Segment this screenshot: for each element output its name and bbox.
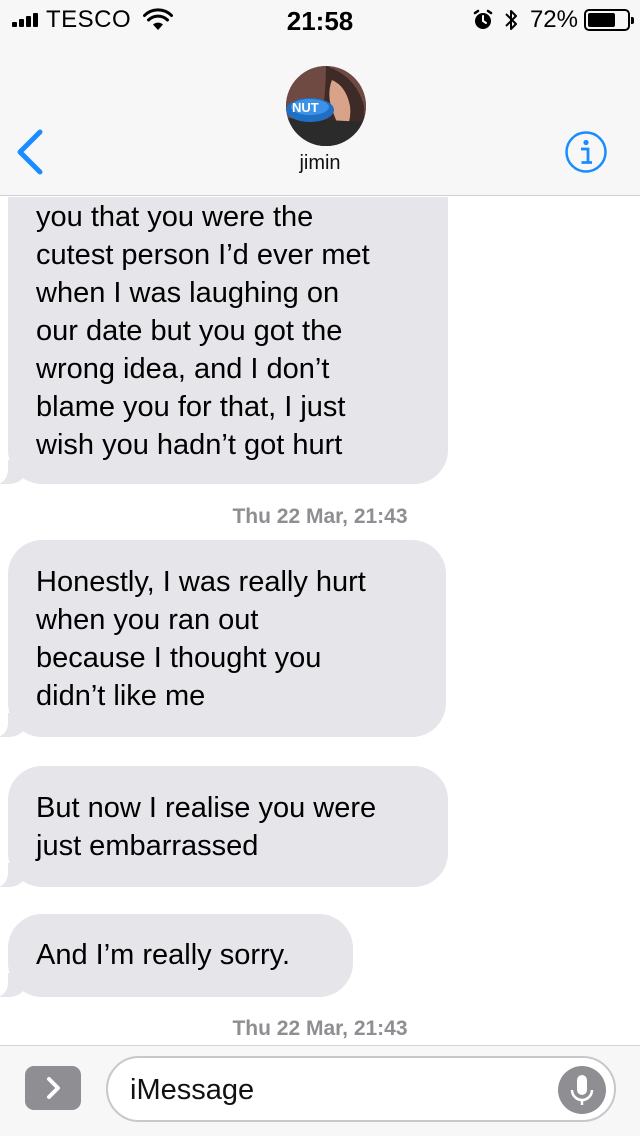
- info-icon[interactable]: [564, 130, 608, 174]
- alarm-icon: [473, 9, 493, 29]
- contact-avatar[interactable]: NUT: [286, 66, 366, 146]
- battery-fill: [588, 13, 616, 27]
- apps-button[interactable]: [25, 1066, 81, 1110]
- status-bar: TESCO 21:58 72%: [0, 0, 640, 40]
- avatar-label: NUT: [292, 100, 319, 115]
- conversation-header: NUT jimin: [0, 40, 640, 196]
- mic-button[interactable]: [558, 1066, 606, 1114]
- message-input[interactable]: iMessage: [106, 1056, 616, 1122]
- message-bubble[interactable]: you that you were the cutest person I’d …: [0, 197, 448, 484]
- message-bubble[interactable]: Honestly, I was really hurt when you ran…: [0, 540, 446, 737]
- timestamp: Thu 22 Mar, 21:43: [232, 1017, 408, 1040]
- timestamp: Thu 22 Mar, 21:43: [232, 505, 408, 528]
- battery-percent: 72%: [529, 6, 578, 33]
- contact-name[interactable]: jimin: [0, 152, 640, 175]
- chevron-right-icon: [47, 1077, 60, 1099]
- message-bubble[interactable]: But now I realise you were just embarras…: [0, 766, 448, 887]
- message-text: And I’m really sorry.: [36, 939, 291, 971]
- message-text: But now I realise you were just embarras…: [36, 792, 377, 862]
- message-text: you that you were the cutest person I’d …: [36, 201, 370, 461]
- battery-icon: [584, 9, 634, 31]
- compose-bar: iMessage: [0, 1045, 640, 1136]
- message-bubble[interactable]: And I’m really sorry.: [0, 914, 353, 997]
- bluetooth-icon: [505, 10, 517, 30]
- message-thread[interactable]: you that you were the cutest person I’d …: [0, 197, 640, 1045]
- message-text: Honestly, I was really hurt when you ran…: [36, 566, 366, 712]
- avatar-image: NUT: [286, 66, 366, 146]
- message-input-placeholder: iMessage: [130, 1074, 255, 1106]
- microphone-icon: [570, 1075, 594, 1105]
- status-right: 72%: [472, 6, 634, 33]
